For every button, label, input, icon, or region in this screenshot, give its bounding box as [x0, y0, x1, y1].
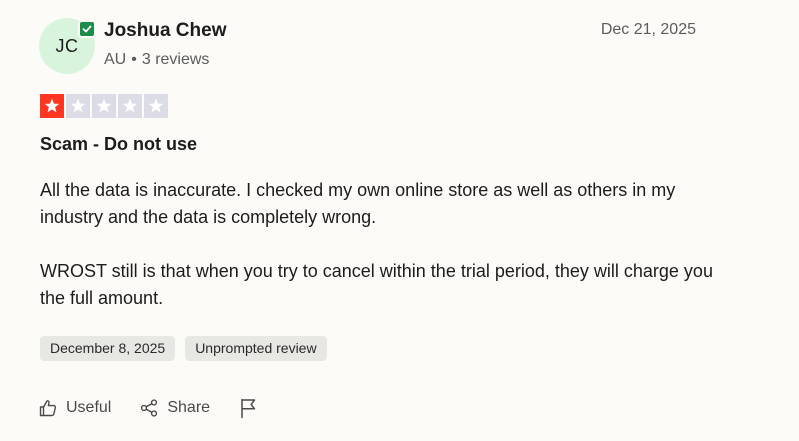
review-date: Dec 21, 2025: [600, 21, 696, 38]
share-label: Share: [167, 399, 211, 416]
star-empty: [118, 94, 142, 118]
star-empty: [144, 94, 168, 118]
share-button[interactable]: Share: [139, 398, 210, 418]
star-empty: [66, 94, 90, 118]
star-icon: [70, 98, 86, 113]
review-card: JC Joshua Chew AU • 3 reviews Dec 21, 20…: [0, 0, 799, 441]
reviewer-country: AU: [104, 51, 127, 68]
reviewer-meta: AU • 3 reviews: [104, 51, 209, 69]
star-icon: [122, 98, 138, 113]
meta-separator: •: [131, 51, 137, 68]
star-icon: [44, 98, 60, 113]
verified-check-icon: [78, 20, 96, 38]
useful-label: Useful: [66, 399, 112, 416]
avatar-initials: JC: [55, 35, 79, 56]
review-paragraph: All the data is inaccurate. I checked my…: [40, 180, 676, 227]
star-empty: [92, 94, 116, 118]
star-filled: [40, 94, 64, 118]
review-body: All the data is inaccurate. I checked my…: [40, 177, 720, 312]
share-icon: [139, 398, 159, 418]
star-icon: [148, 98, 164, 113]
review-title: Scam - Do not use: [40, 134, 198, 154]
star-rating: [40, 94, 168, 118]
reviewer-review-count: 3 reviews: [141, 51, 210, 68]
review-actions: Useful Share: [38, 397, 286, 419]
unprompted-review-tag: Unprompted review: [185, 336, 327, 361]
review-paragraph: WROST still is that when you try to canc…: [40, 261, 713, 308]
useful-button[interactable]: Useful: [38, 398, 111, 418]
experience-date-tag: December 8, 2025: [40, 336, 176, 361]
flag-icon: [238, 397, 258, 419]
review-tags: December 8, 2025 Unprompted review: [40, 336, 327, 361]
report-button[interactable]: [238, 397, 258, 419]
star-icon: [96, 98, 112, 113]
reviewer-name[interactable]: Joshua Chew: [104, 20, 226, 42]
thumbs-up-icon: [38, 398, 58, 418]
